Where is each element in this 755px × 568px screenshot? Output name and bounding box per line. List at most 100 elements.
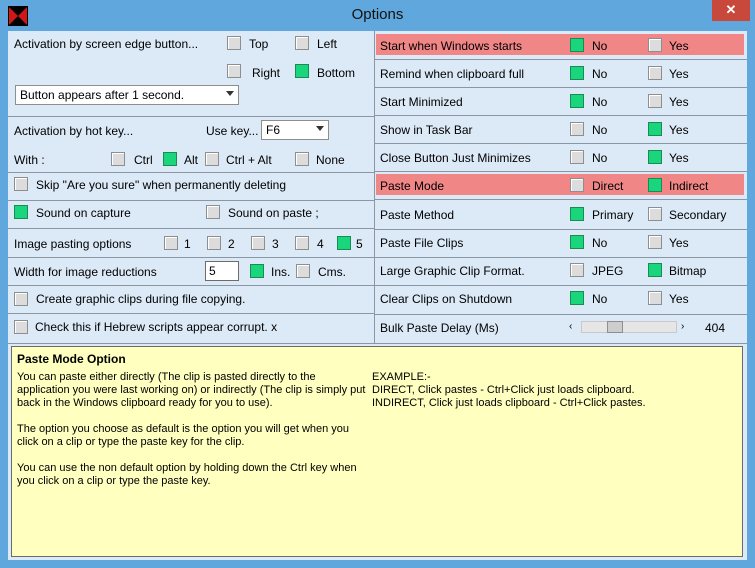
mod-alt-checkbox[interactable] [163, 152, 177, 166]
sound-capture-checkbox[interactable] [14, 205, 28, 219]
button-appears-value: Button appears after 1 second. [20, 88, 185, 102]
slider-thumb[interactable] [606, 321, 623, 333]
divider [8, 343, 747, 344]
right-row-opt2-label: Yes [669, 123, 689, 137]
slider-left-arrow-icon[interactable]: ‹ [569, 322, 577, 332]
unit-cms-label: Cms. [318, 265, 346, 279]
hebrew-checkbox[interactable] [14, 320, 28, 334]
right-row-opt1-checkbox[interactable] [570, 263, 584, 277]
button-appears-select[interactable]: Button appears after 1 second. [15, 85, 239, 105]
right-row-opt1-checkbox[interactable] [570, 94, 584, 108]
right-row-opt1-checkbox[interactable] [570, 38, 584, 52]
bulk-delay-value: 404 [705, 321, 726, 335]
help-example: EXAMPLE:- DIRECT, Click pastes - Ctrl+Cl… [372, 371, 646, 409]
use-key-select[interactable]: F6 [261, 120, 329, 140]
sound-paste-checkbox[interactable] [206, 205, 220, 219]
unit-ins-checkbox[interactable] [250, 264, 264, 278]
right-row-opt1-checkbox[interactable] [570, 235, 584, 249]
right-row-opt2-label: Yes [669, 67, 689, 81]
mod-ctrl-checkbox[interactable] [111, 152, 125, 166]
hebrew-label: Check this if Hebrew scripts appear corr… [35, 320, 278, 334]
right-row-opt1-label: No [592, 151, 608, 165]
mod-ctrl-alt-checkbox[interactable] [205, 152, 219, 166]
chevron-down-icon [316, 126, 324, 131]
window-title: Options [351, 6, 404, 23]
right-row-opt1-checkbox[interactable] [570, 66, 584, 80]
edge-right-checkbox[interactable] [227, 64, 241, 78]
chevron-down-icon [226, 91, 234, 96]
activation-edge-label: Activation by screen edge button... [14, 37, 199, 51]
img-opt-2-checkbox[interactable] [207, 236, 221, 250]
right-row-opt2-label: Yes [669, 39, 689, 53]
title-bar[interactable]: Options ✕ [0, 0, 755, 30]
right-row-opt2-label: Yes [669, 292, 689, 306]
right-row-label: Paste Mode [380, 179, 445, 193]
slider-right-arrow-icon[interactable]: › [681, 322, 689, 332]
sound-capture-label: Sound on capture [36, 206, 131, 220]
edge-top-label: Top [249, 37, 269, 51]
divider [375, 229, 747, 230]
right-row-opt2-checkbox[interactable] [648, 150, 662, 164]
right-row-opt2-checkbox[interactable] [648, 66, 662, 80]
right-row-opt2-checkbox[interactable] [648, 178, 662, 192]
img-opt-2-label: 2 [228, 237, 235, 251]
slider-track[interactable] [581, 321, 677, 333]
right-row-opt1-checkbox[interactable] [570, 178, 584, 192]
right-row-opt2-checkbox[interactable] [648, 291, 662, 305]
right-row-opt1-label: Primary [592, 208, 634, 222]
right-row-opt1-checkbox[interactable] [570, 122, 584, 136]
right-row-opt2-label: Bitmap [669, 264, 707, 278]
img-opt-5-checkbox[interactable] [337, 236, 351, 250]
right-row-opt1-checkbox[interactable] [570, 291, 584, 305]
use-key-label: Use key... [206, 124, 259, 138]
edge-left-checkbox[interactable] [295, 36, 309, 50]
img-opt-3-label: 3 [272, 237, 279, 251]
divider [375, 87, 747, 88]
edge-left-label: Left [317, 37, 338, 51]
column-divider [374, 31, 375, 344]
right-row-label: Large Graphic Clip Format. [380, 264, 525, 278]
divider [375, 59, 747, 60]
right-row-opt2-checkbox[interactable] [648, 263, 662, 277]
right-row-opt2-checkbox[interactable] [648, 235, 662, 249]
right-row-opt1-checkbox[interactable] [570, 150, 584, 164]
right-row-opt1-label: No [592, 236, 608, 250]
right-row-opt1-label: No [592, 292, 608, 306]
bulk-delay-slider[interactable]: ‹ › [569, 319, 689, 335]
divider [8, 285, 374, 286]
help-panel: Paste Mode Option You can paste either d… [11, 346, 743, 557]
img-opt-3-checkbox[interactable] [251, 236, 265, 250]
divider [8, 200, 374, 201]
unit-cms-checkbox[interactable] [296, 264, 310, 278]
help-heading: Paste Mode Option [17, 352, 126, 366]
right-row-opt1-label: No [592, 123, 608, 137]
divider [375, 314, 747, 315]
mod-none-checkbox[interactable] [295, 152, 309, 166]
right-row-opt2-checkbox[interactable] [648, 207, 662, 221]
right-row-label: Show in Task Bar [380, 123, 473, 137]
img-opt-4-label: 4 [317, 237, 324, 251]
mod-ctrl-label: Ctrl [134, 153, 153, 167]
mod-ctrl-alt-label: Ctrl + Alt [226, 153, 272, 167]
edge-top-checkbox[interactable] [227, 36, 241, 50]
options-panel: Activation by screen edge button... Top … [8, 31, 747, 560]
right-row-opt2-label: Secondary [669, 208, 727, 222]
edge-right-label: Right [252, 66, 281, 80]
img-opt-5-label: 5 [356, 237, 363, 251]
close-button[interactable]: ✕ [712, 0, 750, 21]
mod-none-label: None [316, 153, 345, 167]
right-row-opt2-checkbox[interactable] [648, 94, 662, 108]
right-row-opt2-checkbox[interactable] [648, 38, 662, 52]
divider [375, 199, 747, 200]
divider [8, 228, 374, 229]
divider [375, 115, 747, 116]
img-opt-4-checkbox[interactable] [295, 236, 309, 250]
right-row-opt1-checkbox[interactable] [570, 207, 584, 221]
right-row-label: Clear Clips on Shutdown [380, 292, 513, 306]
edge-bottom-checkbox[interactable] [295, 64, 309, 78]
create-graphic-checkbox[interactable] [14, 292, 28, 306]
right-row-opt2-checkbox[interactable] [648, 122, 662, 136]
skip-confirm-checkbox[interactable] [14, 177, 28, 191]
img-opt-1-checkbox[interactable] [164, 236, 178, 250]
width-input[interactable]: 5 [205, 261, 239, 281]
